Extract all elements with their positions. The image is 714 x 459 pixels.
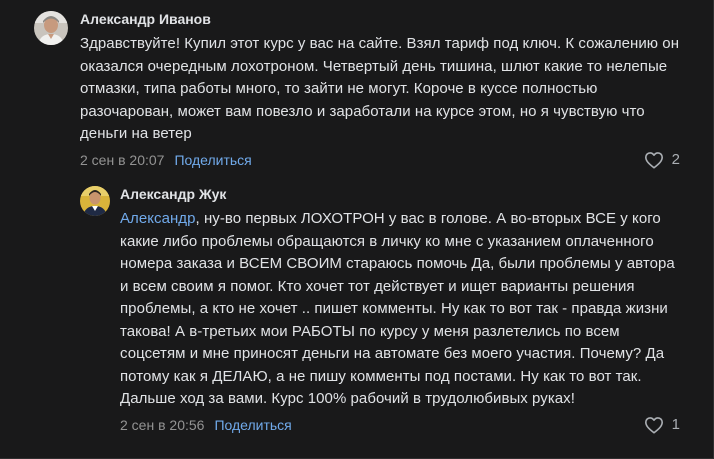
comment-date[interactable]: 2 сен в 20:56	[120, 415, 204, 435]
comment-text: Александр, ну-во первых ЛОХОТРОН у вас в…	[120, 208, 680, 411]
share-button[interactable]: Поделиться	[214, 415, 291, 435]
heart-outline-icon	[644, 151, 663, 169]
heart-outline-icon	[644, 416, 663, 434]
share-button[interactable]: Поделиться	[174, 150, 251, 170]
avatar[interactable]	[80, 186, 110, 216]
comment-author[interactable]: Александр Жук	[120, 184, 680, 204]
avatar[interactable]	[34, 11, 68, 45]
comment-text: Здравствуйте! Купил этот курс у вас на с…	[80, 35, 680, 142]
avatar-photo	[34, 11, 68, 45]
comment-text-body: , ну-во первых ЛОХОТРОН у вас в голове. …	[120, 210, 675, 407]
comment-date[interactable]: 2 сен в 20:07	[80, 150, 164, 170]
like-button[interactable]: 2	[644, 150, 680, 170]
like-count: 1	[671, 415, 680, 433]
comment-meta: 2 сен в 20:07 Поделиться 2	[80, 150, 680, 170]
comment-author[interactable]: Александр Иванов	[80, 9, 680, 29]
comments-thread: Александр Иванов Здравствуйте! Купил это…	[0, 0, 714, 459]
like-button[interactable]: 1	[644, 415, 680, 435]
like-count: 2	[671, 150, 680, 168]
comment-meta: 2 сен в 20:56 Поделиться 1	[120, 415, 680, 435]
author-mention-link[interactable]: Александр	[120, 210, 196, 227]
avatar-photo	[80, 186, 110, 216]
